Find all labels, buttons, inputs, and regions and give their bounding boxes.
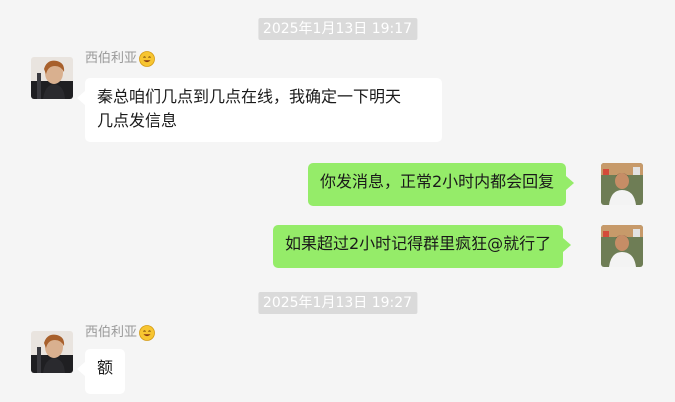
sender-name: 西伯利亚 (85, 50, 155, 68)
chat-history-panel: 2025年1月13日 19:17 西伯利亚 秦总咱们几点到几点在线，我确定一下明… (0, 0, 675, 402)
user-avatar-portrait-icon (31, 57, 73, 99)
self-avatar-photo-icon (601, 225, 643, 267)
message-text-line: 秦总咱们几点到几点在线，我确定一下明天 (97, 87, 402, 106)
contact-avatar[interactable] (31, 331, 73, 373)
sender-name-text: 西伯利亚 (85, 51, 138, 66)
incoming-message-bubble[interactable]: 额 (76, 349, 126, 394)
message-text: 额 (97, 358, 114, 377)
self-avatar-photo-icon (601, 163, 643, 205)
sender-name-text: 西伯利亚 (85, 325, 138, 340)
message-text-line: 几点发信息 (97, 111, 178, 130)
message-timestamp: 2025年1月13日 19:17 (257, 18, 418, 40)
outgoing-message-bubble[interactable]: 你发消息，正常2小时内都会回复 (308, 163, 575, 206)
message-text: 你发消息，正常2小时内都会回复 (320, 172, 555, 191)
self-avatar[interactable] (601, 225, 643, 267)
outgoing-message-bubble[interactable]: 如果超过2小时记得群里疯狂@就行了 (273, 225, 572, 268)
smiley-face-emoji-icon (139, 51, 155, 67)
self-avatar[interactable] (601, 163, 643, 205)
sender-name: 西伯利亚 (85, 324, 155, 342)
message-timestamp: 2025年1月13日 19:27 (257, 292, 418, 314)
contact-avatar[interactable] (31, 57, 73, 99)
incoming-message-bubble[interactable]: 秦总咱们几点到几点在线，我确定一下明天 几点发信息 (77, 78, 442, 142)
smiley-face-emoji-icon (139, 325, 155, 341)
message-text: 如果超过2小时记得群里疯狂@就行了 (285, 234, 552, 253)
user-avatar-portrait-icon (31, 331, 73, 373)
